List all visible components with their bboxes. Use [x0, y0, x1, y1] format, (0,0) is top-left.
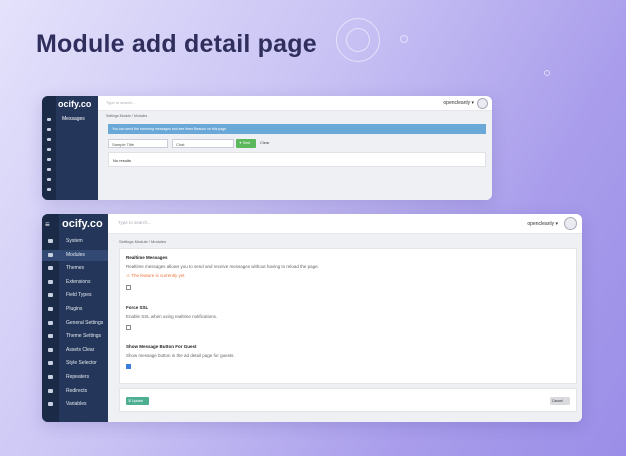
avatar[interactable]: [477, 98, 488, 109]
force-ssl-checkbox[interactable]: [126, 325, 131, 330]
home-icon[interactable]: [47, 118, 51, 121]
sidebar-item-variables[interactable]: Variables: [42, 399, 108, 410]
sidebar-item-label: Style Selector: [66, 360, 97, 367]
section-force-ssl: Force SSL Enable SSL when using realtime…: [126, 305, 217, 330]
sidebar-item-label: Variables: [66, 401, 87, 408]
field-icon: [48, 293, 53, 298]
logo: ocify.co: [58, 99, 92, 109]
chat-input[interactable]: Chat: [172, 139, 234, 148]
main-content: Settings Module / Modules Realtime Messa…: [108, 234, 582, 422]
sidebar-item-plugins[interactable]: Plugins: [42, 304, 108, 315]
sidebar-item-assets-clear[interactable]: Assets Clear: [42, 345, 108, 356]
search-input[interactable]: Type to search...: [106, 100, 136, 105]
sidebar: ≡ ocify.co System Modules Themes Extensions…: [42, 214, 108, 422]
sidebar-item-label: Extensions: [66, 278, 91, 285]
sidebar-item-label: Plugins: [66, 306, 83, 312]
sidebar-item-extensions[interactable]: Extensions: [42, 277, 108, 288]
section-realtime-messages: Realtime Messages Realtime messages allo…: [126, 255, 319, 290]
main-content: Settings Module / Modules You can send t…: [98, 111, 492, 200]
user-menu[interactable]: opencleanly ▾: [443, 100, 474, 106]
style-icon: [48, 361, 53, 366]
field-icon[interactable]: [47, 158, 51, 161]
title-input[interactable]: Sample Title: [108, 139, 168, 148]
decorative-dot-2: [544, 70, 550, 76]
section-description: Enable SSL when using realtime notificat…: [126, 314, 218, 319]
messages-window: ocify.co Messages Type to search... open…: [42, 96, 492, 200]
avatar[interactable]: [564, 217, 577, 230]
sidebar-item-theme-settings[interactable]: Theme Settings: [42, 331, 108, 342]
home-icon: [48, 239, 53, 243]
send-button[interactable]: ✈ Sent: [236, 139, 256, 148]
sidebar-item-system[interactable]: System: [42, 236, 108, 247]
brush-icon: [48, 266, 53, 271]
sidebar-item-messages[interactable]: Messages: [62, 116, 85, 122]
sliders-icon: [48, 320, 53, 325]
user-menu[interactable]: opencleanly ▾: [527, 221, 558, 227]
settings-panel: Realtime Messages Realtime messages allo…: [119, 248, 577, 384]
section-description: Show message button in the ad detail pag…: [126, 353, 235, 358]
gear-icon: [48, 252, 53, 257]
repeat-icon: [48, 375, 53, 379]
palette-icon: [48, 334, 53, 339]
results-box: No results: [108, 152, 486, 167]
sidebar-item-label: Themes: [66, 265, 85, 272]
sidebar-item-repeaters[interactable]: Repeaters: [42, 372, 108, 383]
sidebar-item-label: Modules: [66, 251, 85, 258]
section-title: Force SSL: [126, 305, 149, 310]
logo: ocify.co: [62, 218, 103, 230]
cancel-button[interactable]: Cancel: [550, 397, 570, 405]
section-show-message-button: Show Message Button For Guest Show messa…: [126, 344, 235, 369]
sidebar-item-label: Repeaters: [66, 374, 90, 380]
puzzle-icon: [48, 279, 53, 284]
breadcrumb: Settings Module / Modules: [106, 114, 148, 118]
update-button[interactable]: 🖫 Update: [126, 397, 149, 405]
puzzle-icon[interactable]: [47, 148, 51, 151]
sidebar-item-general-settings[interactable]: General Settings: [42, 318, 108, 329]
realtime-messages-checkbox[interactable]: [126, 285, 131, 290]
show-message-button-checkbox[interactable]: [126, 364, 131, 369]
sidebar-item-label: Redirects: [66, 387, 88, 394]
hamburger-icon[interactable]: ≡: [45, 220, 50, 229]
variable-icon: [48, 402, 53, 407]
top-bar: Type to search... opencleanly ▾: [108, 214, 582, 234]
page-headline: Module add detail page: [36, 30, 317, 58]
section-warning: ⚠ The feature is currently yet: [126, 273, 185, 278]
sidebar-item-style-selector[interactable]: Style Selector: [42, 358, 108, 369]
redirect-icon: [48, 388, 53, 393]
section-description: Realtime messages allows you to send and…: [126, 264, 319, 269]
decorative-circle-inner: [346, 28, 370, 52]
trash-icon: [48, 347, 53, 352]
sidebar-item-label: Assets Clear: [66, 346, 95, 353]
brush-icon[interactable]: [47, 138, 51, 141]
sidebar-item-label: Field Types: [66, 292, 92, 299]
sidebar-item-label: Theme Settings: [66, 333, 102, 340]
top-bar: Type to search... opencleanly ▾: [98, 96, 492, 111]
sidebar-item-modules[interactable]: Modules: [42, 249, 108, 261]
sliders-icon[interactable]: [47, 178, 51, 181]
clear-button[interactable]: Clear: [260, 140, 270, 145]
info-alert: You can send the incoming messages and s…: [108, 124, 486, 134]
sidebar-item-label: System: [66, 238, 83, 244]
section-title: Show Message Button For Guest: [126, 344, 197, 349]
plug-icon[interactable]: [47, 168, 51, 171]
gear-icon[interactable]: [47, 128, 51, 131]
breadcrumb: Settings Module / Modules: [119, 239, 167, 244]
form-footer: 🖫 Update Cancel: [119, 388, 577, 412]
plug-icon: [48, 307, 53, 311]
section-title: Realtime Messages: [126, 255, 168, 260]
sidebar-item-themes[interactable]: Themes: [42, 263, 108, 274]
sidebar: ocify.co Messages: [42, 96, 98, 200]
sidebar-item-field-types[interactable]: Field Types: [42, 290, 108, 301]
palette-icon[interactable]: [47, 188, 51, 191]
modules-window: ≡ ocify.co System Modules Themes Extensions…: [42, 214, 582, 422]
sidebar-item-redirects[interactable]: Redirects: [42, 386, 108, 397]
sidebar-item-label: General Settings: [66, 319, 104, 326]
search-input[interactable]: Type to search...: [118, 220, 151, 225]
decorative-dot-1: [400, 35, 408, 43]
